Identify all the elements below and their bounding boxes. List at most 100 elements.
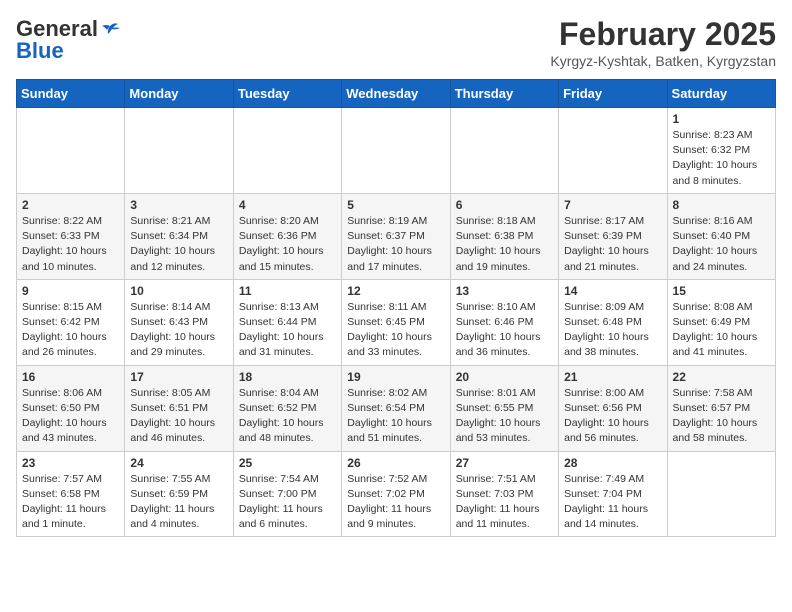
day-number: 22 [673,370,770,384]
table-row: 25 Sunrise: 7:54 AM Sunset: 7:00 PM Dayli… [233,451,341,537]
day-info: Sunrise: 8:14 AM Sunset: 6:43 PM Dayligh… [130,300,227,361]
logo-bird-icon [100,22,120,38]
table-row: 17 Sunrise: 8:05 AM Sunset: 6:51 PM Dayli… [125,365,233,451]
table-row: 12 Sunrise: 8:11 AM Sunset: 6:45 PM Dayli… [342,279,450,365]
day-number: 16 [22,370,119,384]
day-number: 26 [347,456,444,470]
day-info: Sunrise: 7:57 AM Sunset: 6:58 PM Dayligh… [22,472,119,533]
calendar-title: February 2025 [550,16,776,53]
day-info: Sunrise: 8:00 AM Sunset: 6:56 PM Dayligh… [564,386,661,447]
table-row [667,451,775,537]
day-info: Sunrise: 7:54 AM Sunset: 7:00 PM Dayligh… [239,472,336,533]
day-number: 27 [456,456,553,470]
day-number: 19 [347,370,444,384]
calendar-week-row: 23 Sunrise: 7:57 AM Sunset: 6:58 PM Dayli… [17,451,776,537]
table-row: 24 Sunrise: 7:55 AM Sunset: 6:59 PM Dayli… [125,451,233,537]
day-info: Sunrise: 8:13 AM Sunset: 6:44 PM Dayligh… [239,300,336,361]
table-row: 28 Sunrise: 7:49 AM Sunset: 7:04 PM Dayli… [559,451,667,537]
day-info: Sunrise: 8:08 AM Sunset: 6:49 PM Dayligh… [673,300,770,361]
table-row [342,108,450,194]
table-row: 8 Sunrise: 8:16 AM Sunset: 6:40 PM Daylig… [667,193,775,279]
calendar-week-row: 16 Sunrise: 8:06 AM Sunset: 6:50 PM Dayli… [17,365,776,451]
day-number: 18 [239,370,336,384]
day-number: 5 [347,198,444,212]
day-number: 14 [564,284,661,298]
table-row: 22Sunrise: 7:58 AM Sunset: 6:57 PM Dayli… [667,365,775,451]
calendar-header-row: Sunday Monday Tuesday Wednesday Thursday… [17,80,776,108]
day-number: 6 [456,198,553,212]
day-info: Sunrise: 8:09 AM Sunset: 6:48 PM Dayligh… [564,300,661,361]
day-number: 20 [456,370,553,384]
header-wednesday: Wednesday [342,80,450,108]
day-info: Sunrise: 7:52 AM Sunset: 7:02 PM Dayligh… [347,472,444,533]
calendar-subtitle: Kyrgyz-Kyshtak, Batken, Kyrgyzstan [550,53,776,69]
table-row: 5Sunrise: 8:19 AM Sunset: 6:37 PM Daylig… [342,193,450,279]
day-info: Sunrise: 7:51 AM Sunset: 7:03 PM Dayligh… [456,472,553,533]
calendar-week-row: 9 Sunrise: 8:15 AM Sunset: 6:42 PM Daylig… [17,279,776,365]
day-info: Sunrise: 8:06 AM Sunset: 6:50 PM Dayligh… [22,386,119,447]
table-row: 4 Sunrise: 8:20 AM Sunset: 6:36 PM Daylig… [233,193,341,279]
table-row: 10 Sunrise: 8:14 AM Sunset: 6:43 PM Dayli… [125,279,233,365]
day-info: Sunrise: 8:11 AM Sunset: 6:45 PM Dayligh… [347,300,444,361]
header-sunday: Sunday [17,80,125,108]
table-row: 7 Sunrise: 8:17 AM Sunset: 6:39 PM Daylig… [559,193,667,279]
day-number: 10 [130,284,227,298]
title-block: February 2025 Kyrgyz-Kyshtak, Batken, Ky… [550,16,776,69]
day-number: 28 [564,456,661,470]
day-number: 21 [564,370,661,384]
table-row: 14 Sunrise: 8:09 AM Sunset: 6:48 PM Dayli… [559,279,667,365]
day-number: 1 [673,112,770,126]
day-info: Sunrise: 8:10 AM Sunset: 6:46 PM Dayligh… [456,300,553,361]
table-row: 20 Sunrise: 8:01 AM Sunset: 6:55 PM Dayli… [450,365,558,451]
day-number: 23 [22,456,119,470]
day-info: Sunrise: 8:20 AM Sunset: 6:36 PM Dayligh… [239,214,336,275]
day-info: Sunrise: 8:17 AM Sunset: 6:39 PM Dayligh… [564,214,661,275]
header-friday: Friday [559,80,667,108]
day-number: 7 [564,198,661,212]
table-row: 1 Sunrise: 8:23 AM Sunset: 6:32 PM Daylig… [667,108,775,194]
day-number: 12 [347,284,444,298]
table-row: 19 Sunrise: 8:02 AM Sunset: 6:54 PM Dayli… [342,365,450,451]
table-row: 3 Sunrise: 8:21 AM Sunset: 6:34 PM Daylig… [125,193,233,279]
day-number: 8 [673,198,770,212]
table-row: 18Sunrise: 8:04 AM Sunset: 6:52 PM Dayli… [233,365,341,451]
day-info: Sunrise: 8:16 AM Sunset: 6:40 PM Dayligh… [673,214,770,275]
table-row: 23 Sunrise: 7:57 AM Sunset: 6:58 PM Dayli… [17,451,125,537]
calendar-week-row: 1 Sunrise: 8:23 AM Sunset: 6:32 PM Daylig… [17,108,776,194]
header-monday: Monday [125,80,233,108]
day-info: Sunrise: 8:23 AM Sunset: 6:32 PM Dayligh… [673,128,770,189]
table-row: 13 Sunrise: 8:10 AM Sunset: 6:46 PM Dayli… [450,279,558,365]
table-row [125,108,233,194]
table-row [559,108,667,194]
day-info: Sunrise: 7:55 AM Sunset: 6:59 PM Dayligh… [130,472,227,533]
table-row: 26 Sunrise: 7:52 AM Sunset: 7:02 PM Dayli… [342,451,450,537]
day-info: Sunrise: 8:05 AM Sunset: 6:51 PM Dayligh… [130,386,227,447]
table-row: 16 Sunrise: 8:06 AM Sunset: 6:50 PM Dayli… [17,365,125,451]
table-row [233,108,341,194]
day-info: Sunrise: 8:21 AM Sunset: 6:34 PM Dayligh… [130,214,227,275]
table-row: 11Sunrise: 8:13 AM Sunset: 6:44 PM Dayli… [233,279,341,365]
day-number: 3 [130,198,227,212]
day-number: 4 [239,198,336,212]
table-row: 27 Sunrise: 7:51 AM Sunset: 7:03 PM Dayli… [450,451,558,537]
day-info: Sunrise: 8:02 AM Sunset: 6:54 PM Dayligh… [347,386,444,447]
day-number: 13 [456,284,553,298]
logo-text-blue: Blue [16,38,64,64]
day-number: 17 [130,370,227,384]
day-info: Sunrise: 8:22 AM Sunset: 6:33 PM Dayligh… [22,214,119,275]
day-number: 9 [22,284,119,298]
day-info: Sunrise: 8:01 AM Sunset: 6:55 PM Dayligh… [456,386,553,447]
day-number: 24 [130,456,227,470]
header-saturday: Saturday [667,80,775,108]
page-header: General Blue February 2025 Kyrgyz-Kyshta… [16,16,776,69]
day-number: 2 [22,198,119,212]
table-row: 15Sunrise: 8:08 AM Sunset: 6:49 PM Dayli… [667,279,775,365]
day-info: Sunrise: 8:18 AM Sunset: 6:38 PM Dayligh… [456,214,553,275]
day-number: 25 [239,456,336,470]
day-info: Sunrise: 7:49 AM Sunset: 7:04 PM Dayligh… [564,472,661,533]
header-thursday: Thursday [450,80,558,108]
table-row: 9 Sunrise: 8:15 AM Sunset: 6:42 PM Daylig… [17,279,125,365]
table-row [450,108,558,194]
day-info: Sunrise: 8:15 AM Sunset: 6:42 PM Dayligh… [22,300,119,361]
header-tuesday: Tuesday [233,80,341,108]
